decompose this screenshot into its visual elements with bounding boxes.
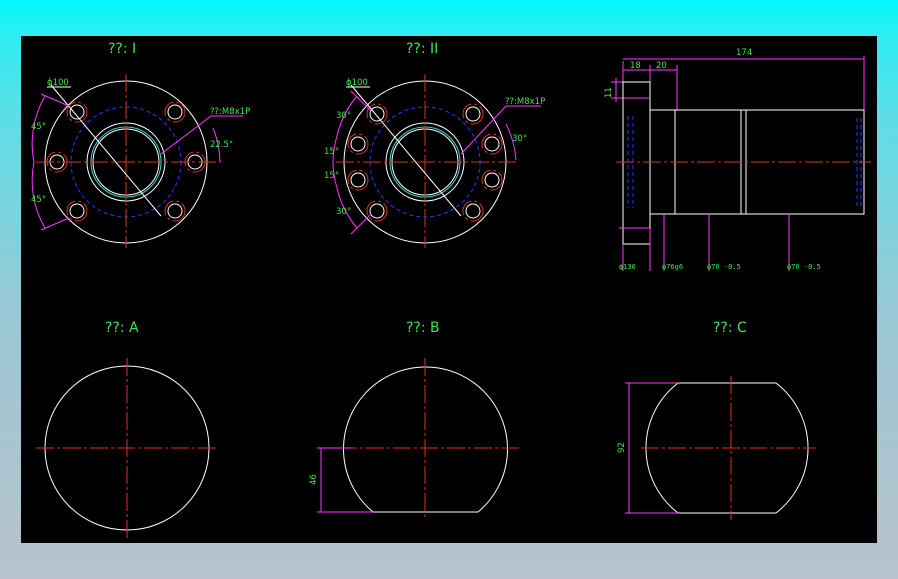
view-a-title: ??: A	[105, 320, 139, 336]
cad-drawing-canvas: ??: I ϕ100 ??:M8x1P 45° 45° 22.5° ??: II…	[21, 36, 877, 543]
view-2-angle-15b: 15°	[324, 171, 339, 181]
flange-body	[622, 81, 651, 245]
bolt-hole	[369, 203, 385, 219]
view-b: ??: B 46	[309, 320, 521, 520]
view-2-angle-30b: 30°	[336, 207, 351, 217]
bolt-hole	[69, 104, 85, 120]
view-2-flange: ??: II ϕ100 ??:M8x1P 30° 15° 15° 30° 30°	[324, 41, 545, 248]
side-phi-130: ϕ130	[619, 263, 636, 271]
view-1-angle-small: 22.5°	[210, 140, 233, 150]
view-b-title: ??: B	[406, 320, 440, 336]
angle-extension	[350, 90, 372, 112]
view-1-angle-bottom: 45°	[31, 195, 46, 205]
view-2-thread-label: ??:M8x1P	[505, 97, 545, 107]
view-1-title: ??: I	[108, 41, 136, 57]
view-c-title: ??: C	[713, 320, 747, 336]
bolt-hole	[69, 203, 85, 219]
view-1-angle-top: 45°	[31, 122, 46, 132]
side-phi-76: ϕ76g6	[662, 263, 683, 271]
thread-leader	[160, 115, 212, 155]
view-c: ??: C 92	[617, 320, 816, 520]
side-dim-18: 18	[630, 61, 641, 71]
bolt-hole	[465, 203, 481, 219]
view-a: ??: A	[36, 320, 218, 538]
view-c-height: 92	[617, 442, 627, 453]
side-total-length: 174	[736, 48, 752, 58]
view-1-flange: ??: I ϕ100 ??:M8x1P 45° 45° 22.5°	[31, 41, 250, 248]
angle-extension	[40, 217, 70, 231]
view-2-angle-30a: 30°	[336, 111, 351, 121]
bolt-hole	[484, 172, 500, 188]
view-b-height: 46	[309, 474, 319, 485]
side-phi-70a: ϕ70 -0.5	[707, 263, 741, 271]
bolt-hole	[350, 172, 366, 188]
view-1-diameter-label: ϕ100	[47, 78, 69, 88]
bolt-hole	[484, 136, 500, 152]
view-2-angle-right: 30°	[512, 134, 527, 144]
bolt-hole	[350, 136, 366, 152]
angle-extension	[40, 93, 70, 107]
view-2-diameter-label: ϕ100	[346, 78, 368, 88]
bolt-hole	[465, 106, 481, 122]
side-dim-11: 11	[604, 87, 614, 98]
cad-drawing: ??: I ϕ100 ??:M8x1P 45° 45° 22.5° ??: II…	[31, 41, 871, 538]
side-view: 174 18 20 11 ϕ130 ϕ76g6 ϕ70 -0.5 ϕ70 -0.…	[604, 48, 871, 271]
view-2-angle-15a: 15°	[324, 147, 339, 157]
bolt-hole	[167, 104, 183, 120]
diameter-leader	[50, 84, 162, 217]
view-1-thread-label: ??:M8x1P	[210, 107, 250, 117]
bolt-hole	[167, 203, 183, 219]
side-phi-70b: ϕ70 -0.5	[787, 263, 821, 271]
side-dim-20: 20	[656, 61, 667, 71]
bolt-hole	[369, 106, 385, 122]
view-2-title: ??: II	[406, 41, 438, 57]
